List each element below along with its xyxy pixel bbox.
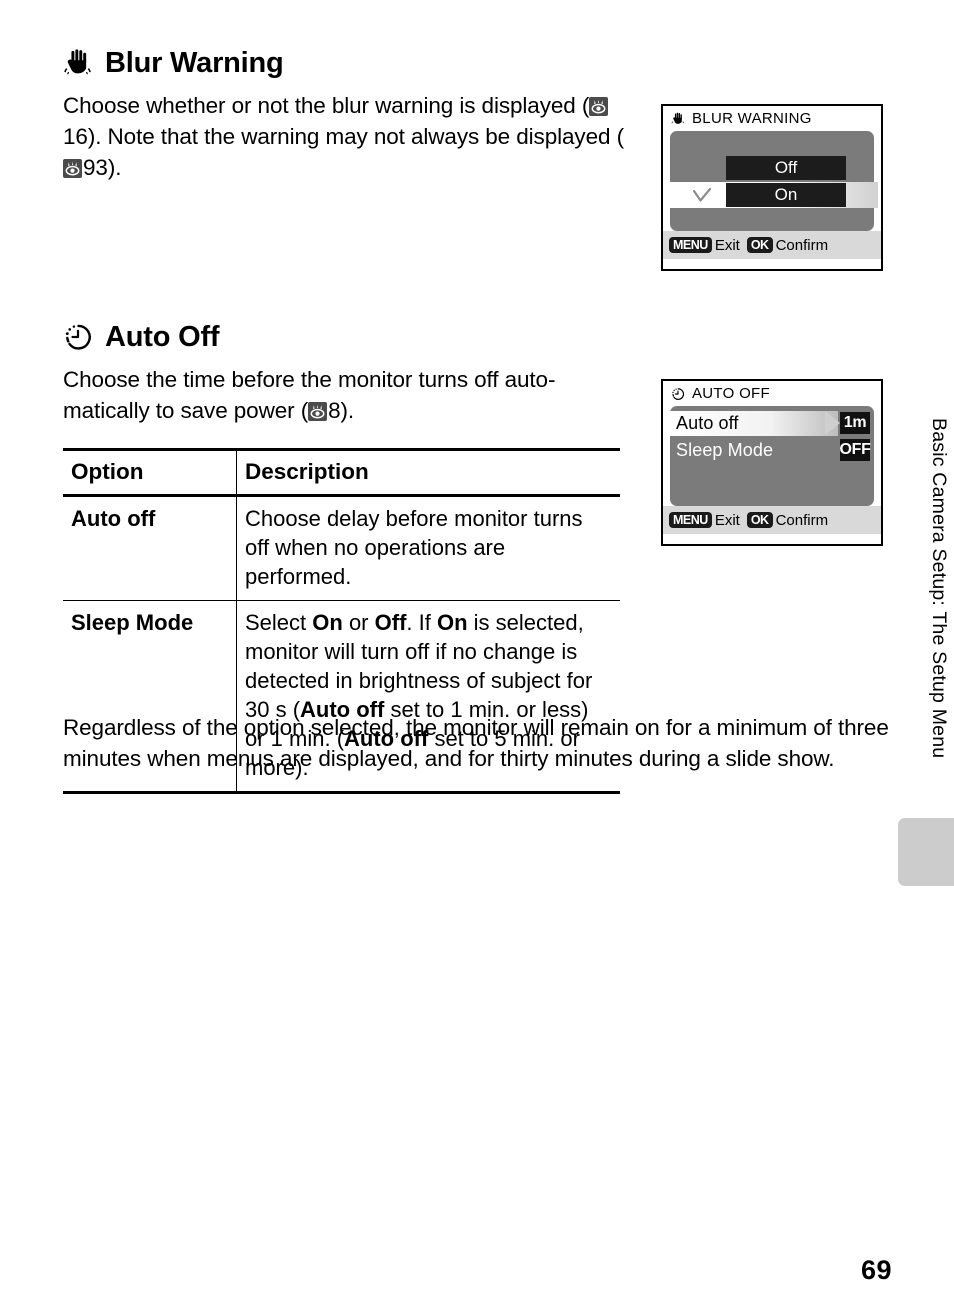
monitor-title-text: AUTO OFF <box>692 385 770 402</box>
monitor-footer: MENU Exit OK Confirm <box>663 231 881 259</box>
auto-off-description: Choose the time before the monitor turns… <box>63 364 633 426</box>
menu-key-glyph: MENU <box>669 237 712 253</box>
ok-key-glyph: OK <box>746 512 773 528</box>
ok-key-glyph: OK <box>746 237 773 253</box>
shaking-hand-icon <box>63 48 93 78</box>
table-row: Auto off Choose delay before monitor tur… <box>63 495 620 601</box>
cell-option-auto-off: Auto off <box>63 495 237 601</box>
menu-key-glyph: MENU <box>669 512 712 528</box>
clock-icon <box>63 322 93 352</box>
monitor-title-bar: BLUR WARNING <box>663 106 881 131</box>
footer-exit-label: Exit <box>714 511 740 529</box>
section-blur-warning: Blur Warning Choose whether or not the b… <box>63 48 633 183</box>
heading-blur-warning: Blur Warning <box>63 48 633 78</box>
column-header-option: Option <box>63 449 237 496</box>
text-page-ref-2: 93 <box>83 155 108 180</box>
see-page-icon <box>308 402 328 421</box>
section-auto-off: Auto Off Choose the time before the moni… <box>63 322 633 426</box>
footer-confirm-label: Confirm <box>775 236 829 254</box>
page-number: 69 <box>860 1255 892 1285</box>
chapter-thumb-tab <box>898 818 954 886</box>
see-page-icon <box>589 97 609 116</box>
monitor-body: Off On <box>670 131 878 231</box>
text-mid: ). Note that the warning may not always … <box>87 124 624 149</box>
manual-page: Blur Warning Choose whether or not the b… <box>0 0 954 1314</box>
text-page-ref-1: 8 <box>328 398 341 423</box>
see-page-icon <box>63 159 82 178</box>
text-lead: Choose whether or not the blur warning i… <box>63 93 590 118</box>
checkmark-icon <box>692 187 712 202</box>
footer-exit[interactable]: MENU Exit <box>669 512 740 529</box>
camera-monitor-blur-warning: BLUR WARNING Off On MENU Exit OK Confirm <box>661 104 883 271</box>
text-page-ref-1: 16 <box>63 124 88 149</box>
footer-exit-label: Exit <box>714 236 740 254</box>
clock-icon <box>671 387 685 401</box>
column-header-description: Description <box>245 459 369 484</box>
monitor-footer: MENU Exit OK Confirm <box>663 506 881 534</box>
camera-monitor-auto-off: AUTO OFF Auto off 1m Sleep Mode OFF MENU… <box>661 379 883 546</box>
page-title-auto-off: Auto Off <box>105 320 220 353</box>
shaking-hand-icon <box>671 112 685 126</box>
table-head: Option Description <box>63 449 620 496</box>
table-header-row: Option Description <box>63 449 620 496</box>
text-tail: ). <box>340 398 355 423</box>
footer-confirm[interactable]: OK Confirm <box>746 511 829 529</box>
menu-option-off[interactable]: Off <box>726 156 846 180</box>
menu-row-value-sleep-mode: OFF <box>839 439 871 461</box>
text-tail: ). <box>107 155 122 180</box>
monitor-title-bar: AUTO OFF <box>663 381 881 406</box>
page-title-blur-warning: Blur Warning <box>105 46 284 79</box>
menu-option-on[interactable]: On <box>726 183 846 207</box>
monitor-body: Auto off 1m Sleep Mode OFF <box>670 406 874 506</box>
chapter-side-label: Basic Camera Setup: The Setup Menu <box>928 418 950 759</box>
blur-warning-description: Choose whether or not the blur warning i… <box>63 90 633 183</box>
footer-confirm-label: Confirm <box>775 511 829 529</box>
heading-auto-off: Auto Off <box>63 322 633 352</box>
monitor-title-text: BLUR WARNING <box>692 110 812 127</box>
cell-description-auto-off: Choose delay before monitor turns off wh… <box>245 506 583 589</box>
footer-exit[interactable]: MENU Exit <box>669 237 740 254</box>
footnote-text: Regardless of the option selected, the m… <box>63 715 889 771</box>
footer-confirm[interactable]: OK Confirm <box>746 236 829 254</box>
menu-row-value-auto-off: 1m <box>840 412 870 434</box>
